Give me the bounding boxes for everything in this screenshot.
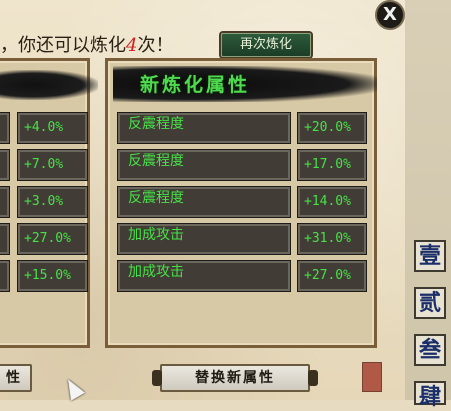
- refine-again-button[interactable]: 再次炼化: [221, 33, 311, 57]
- old-attribute-value: +15.0%: [17, 260, 88, 292]
- old-attribute-value: +4.0%: [17, 112, 88, 144]
- new-attribute-value: +31.0%: [297, 223, 367, 255]
- side-tab-1[interactable]: 壹: [414, 240, 446, 272]
- side-tab-4[interactable]: 肆: [414, 381, 446, 410]
- replace-new-attributes-button[interactable]: 替换新属性: [152, 364, 318, 392]
- new-attributes-title: 新炼化属性: [140, 74, 251, 96]
- new-attribute-value: +14.0%: [297, 186, 367, 218]
- old-attribute-name-stub: [0, 260, 10, 292]
- side-tab-2[interactable]: 贰: [414, 287, 446, 319]
- new-attribute-value: +20.0%: [297, 112, 367, 144]
- old-attribute-name-stub: [0, 112, 10, 144]
- seal-stamp-icon: [362, 362, 382, 392]
- message-suffix: 次！: [137, 35, 174, 56]
- new-attribute-name: 加成攻击: [117, 260, 291, 292]
- remaining-count: 4: [126, 35, 138, 56]
- old-panel-title-brush: [0, 70, 98, 100]
- new-attribute-name: 反震程度: [117, 186, 291, 218]
- old-attribute-value: +7.0%: [17, 149, 88, 181]
- message-prefix: ，你还可以炼化: [0, 35, 126, 56]
- old-attribute-name-stub: [0, 186, 10, 218]
- new-attribute-value: +17.0%: [297, 149, 367, 181]
- new-attribute-name: 反震程度: [117, 112, 291, 144]
- close-button[interactable]: X: [375, 0, 405, 30]
- old-attribute-value: +27.0%: [17, 223, 88, 255]
- new-attribute-value: +27.0%: [297, 260, 367, 292]
- old-attribute-name-stub: [0, 149, 10, 181]
- old-attribute-name-stub: [0, 223, 10, 255]
- keep-old-attributes-button[interactable]: 性: [0, 364, 32, 392]
- side-tab-3[interactable]: 叁: [414, 334, 446, 366]
- old-attribute-value: +3.0%: [17, 186, 88, 218]
- new-attribute-name: 反震程度: [117, 149, 291, 181]
- new-attribute-name: 加成攻击: [117, 223, 291, 255]
- remaining-refine-message: ，你还可以炼化4次！: [0, 31, 210, 57]
